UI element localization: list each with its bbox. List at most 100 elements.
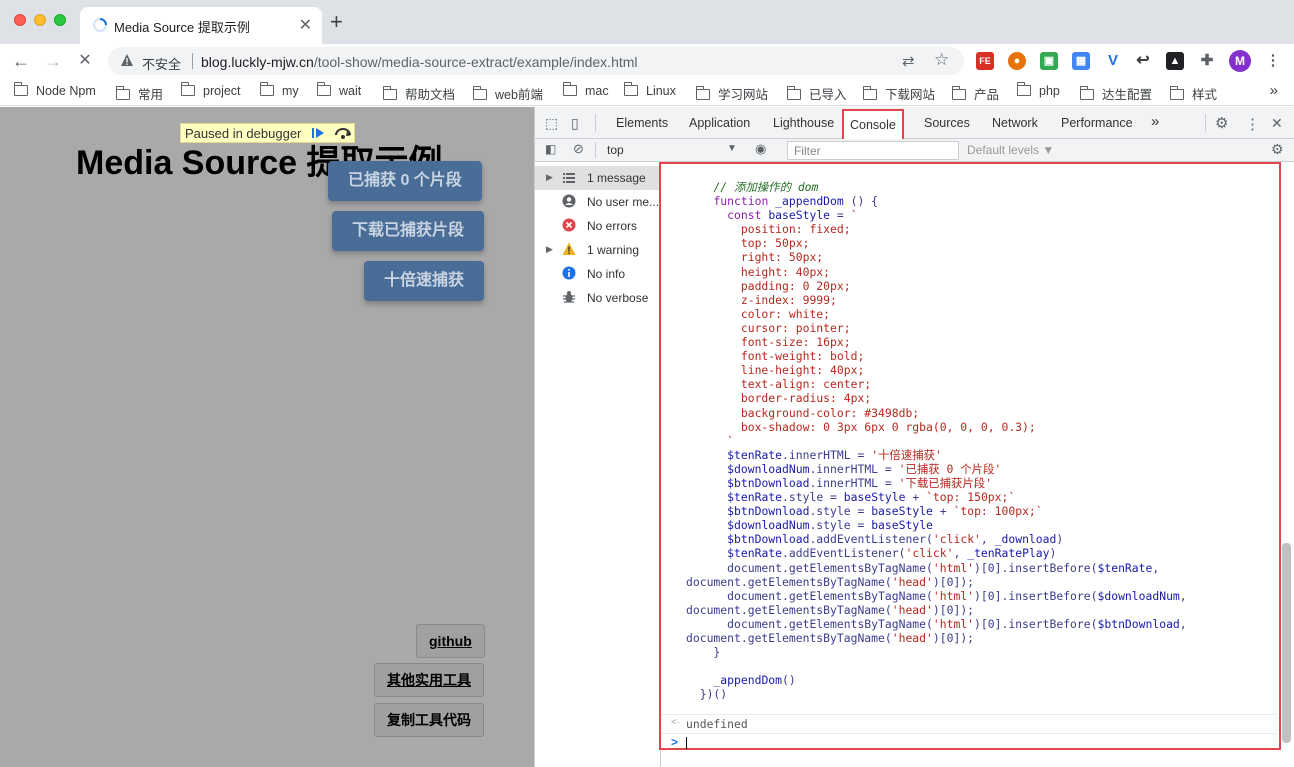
forward-arrow-icon[interactable]: → (40, 48, 66, 74)
folder-icon (316, 82, 331, 96)
sidebar-item-label: No errors (587, 219, 638, 233)
context-selector[interactable]: top (607, 143, 624, 157)
bookmark-folder[interactable]: Node Npm (13, 82, 96, 98)
sidebar-item-verbose[interactable]: No verbose (535, 286, 661, 310)
adblock-extension-icon[interactable]: ● (1008, 52, 1026, 70)
warning-icon (562, 242, 576, 255)
bug-icon (563, 291, 575, 303)
console-result: undefined (686, 717, 748, 731)
console-prompt[interactable]: > (661, 733, 1277, 751)
device-toolbar-icon[interactable]: ▯ (571, 115, 579, 132)
list-icon (563, 173, 575, 183)
bookmark-folder[interactable]: 达生配置 (1079, 84, 1152, 103)
folder-icon (695, 86, 710, 100)
tab-network[interactable]: Network (992, 116, 1038, 130)
github-link[interactable]: github (416, 624, 485, 658)
expand-caret-icon[interactable]: ▶ (546, 172, 553, 183)
browser-tab[interactable]: Media Source 提取示例 ✕ (80, 7, 322, 44)
bookmark-folder[interactable]: web前端 (472, 84, 543, 103)
other-tools-link[interactable]: 其他实用工具 (374, 663, 484, 697)
devtools-menu-icon[interactable]: ⋮ (1245, 115, 1260, 133)
tab-console[interactable]: Console (842, 109, 904, 141)
folder-icon (562, 82, 577, 96)
log-levels-dropdown[interactable]: Default levels ▼ (967, 143, 1054, 157)
console-sidebar: ▶ 1 message No user me... No errors ▶ 1 … (535, 163, 661, 767)
close-window-button[interactable] (14, 14, 26, 26)
new-tab-icon[interactable]: + (330, 11, 343, 33)
toggle-sidebar-icon[interactable]: ◧ (545, 142, 556, 156)
captured-count-button[interactable]: 已捕获 0 个片段 (328, 161, 482, 201)
sidebar-item-label: 1 warning (587, 243, 640, 257)
more-tabs-icon[interactable]: » (1151, 113, 1159, 130)
tab-sources[interactable]: Sources (924, 116, 970, 130)
address-separator (192, 53, 193, 69)
loading-favicon-icon (93, 18, 107, 32)
folder-icon (1016, 82, 1031, 96)
bookmark-folder[interactable]: my (259, 82, 299, 98)
profile-avatar[interactable]: M (1229, 50, 1251, 72)
console-scrollbar[interactable] (1282, 543, 1291, 743)
qr-extension-icon[interactable]: ▦ (1072, 52, 1090, 70)
console-output[interactable]: // 添加操作的 dom function _appendDom () { co… (659, 162, 1294, 767)
insecure-label[interactable]: 不安全 (142, 54, 181, 73)
close-devtools-icon[interactable]: ✕ (1271, 115, 1283, 132)
bookmark-star-icon[interactable]: ☆ (934, 50, 949, 70)
tab-performance[interactable]: Performance (1061, 116, 1133, 130)
bookmark-folder[interactable]: 学习网站 (695, 84, 768, 103)
filter-input[interactable]: Filter (787, 141, 959, 160)
sidebar-item-messages[interactable]: ▶ 1 message (535, 166, 661, 190)
bookmark-folder[interactable]: mac (562, 82, 609, 98)
tab-close-icon[interactable]: ✕ (299, 15, 312, 35)
inspect-element-icon[interactable]: ⬚ (545, 115, 558, 132)
color-extension-icon[interactable]: ▣ (1040, 52, 1058, 70)
sidebar-item-user-messages[interactable]: No user me... (535, 190, 661, 214)
bookmark-folder[interactable]: 已导入 (786, 84, 847, 103)
folder-icon (1169, 86, 1184, 100)
maximize-window-button[interactable] (54, 14, 66, 26)
bookmark-folder[interactable]: wait (316, 82, 361, 98)
bookmark-folder[interactable]: php (1016, 82, 1060, 98)
expand-caret-icon[interactable]: ▶ (546, 244, 553, 255)
tab-lighthouse[interactable]: Lighthouse (773, 116, 834, 130)
translate-icon[interactable]: ⇄ (902, 52, 915, 70)
more-bookmarks-icon[interactable]: » (1270, 82, 1278, 99)
bookmark-folder[interactable]: 样式 (1169, 84, 1217, 103)
sidebar-item-warnings[interactable]: ▶ 1 warning (535, 238, 661, 262)
bookmark-folder[interactable]: 下载网站 (862, 84, 935, 103)
chevron-down-icon[interactable]: ▼ (727, 143, 737, 154)
folder-icon (472, 86, 487, 100)
chrome-menu-icon[interactable]: ⋮ (1264, 52, 1282, 70)
settings-gear-icon[interactable]: ⚙ (1215, 114, 1228, 132)
clear-console-icon[interactable]: ⊘ (573, 141, 584, 157)
download-captured-button[interactable]: 下载已捕获片段 (332, 211, 485, 251)
dark-extension-icon[interactable]: ▲ (1166, 52, 1184, 70)
live-expression-eye-icon[interactable]: ◉ (755, 141, 766, 157)
tab-title: Media Source 提取示例 (114, 20, 250, 35)
bookmark-folder[interactable]: 常用 (115, 84, 163, 103)
back-arrow-icon[interactable]: ← (8, 48, 34, 74)
sidebar-item-info[interactable]: No info (535, 262, 661, 286)
reply-extension-icon[interactable]: ↩ (1134, 52, 1152, 70)
url-text[interactable]: blog.luckly-mjw.cn/tool-show/media-sourc… (201, 54, 638, 70)
vue-extension-icon[interactable]: V (1104, 52, 1122, 70)
bookmarks-bar: Node Npm 常用 project my wait 帮助文档 web前端 m… (0, 78, 1294, 106)
web-page: Paused in debugger Media Source 提取示例 已捕获… (0, 107, 534, 767)
url-host: blog.luckly-mjw.cn (201, 54, 314, 70)
result-arrow-icon: <· (671, 717, 681, 728)
user-icon (562, 194, 576, 208)
minimize-window-button[interactable] (34, 14, 46, 26)
tab-application[interactable]: Application (689, 116, 750, 130)
stop-loading-icon[interactable]: ✕ (72, 48, 98, 74)
copy-code-link[interactable]: 复制工具代码 (374, 703, 484, 737)
bookmark-folder[interactable]: Linux (623, 82, 676, 98)
address-bar[interactable]: 不安全 blog.luckly-mjw.cn/tool-show/media-s… (108, 47, 964, 75)
fe-extension-icon[interactable]: FE (976, 52, 994, 70)
console-settings-gear-icon[interactable]: ⚙ (1271, 141, 1284, 158)
tab-elements[interactable]: Elements (616, 116, 668, 130)
bookmark-folder[interactable]: 产品 (951, 84, 999, 103)
sidebar-item-errors[interactable]: No errors (535, 214, 661, 238)
ten-rate-capture-button[interactable]: 十倍速捕获 (364, 261, 485, 301)
bookmark-folder[interactable]: 帮助文档 (382, 84, 455, 103)
extensions-puzzle-icon[interactable]: ✚ (1198, 52, 1216, 70)
bookmark-folder[interactable]: project (180, 82, 241, 98)
